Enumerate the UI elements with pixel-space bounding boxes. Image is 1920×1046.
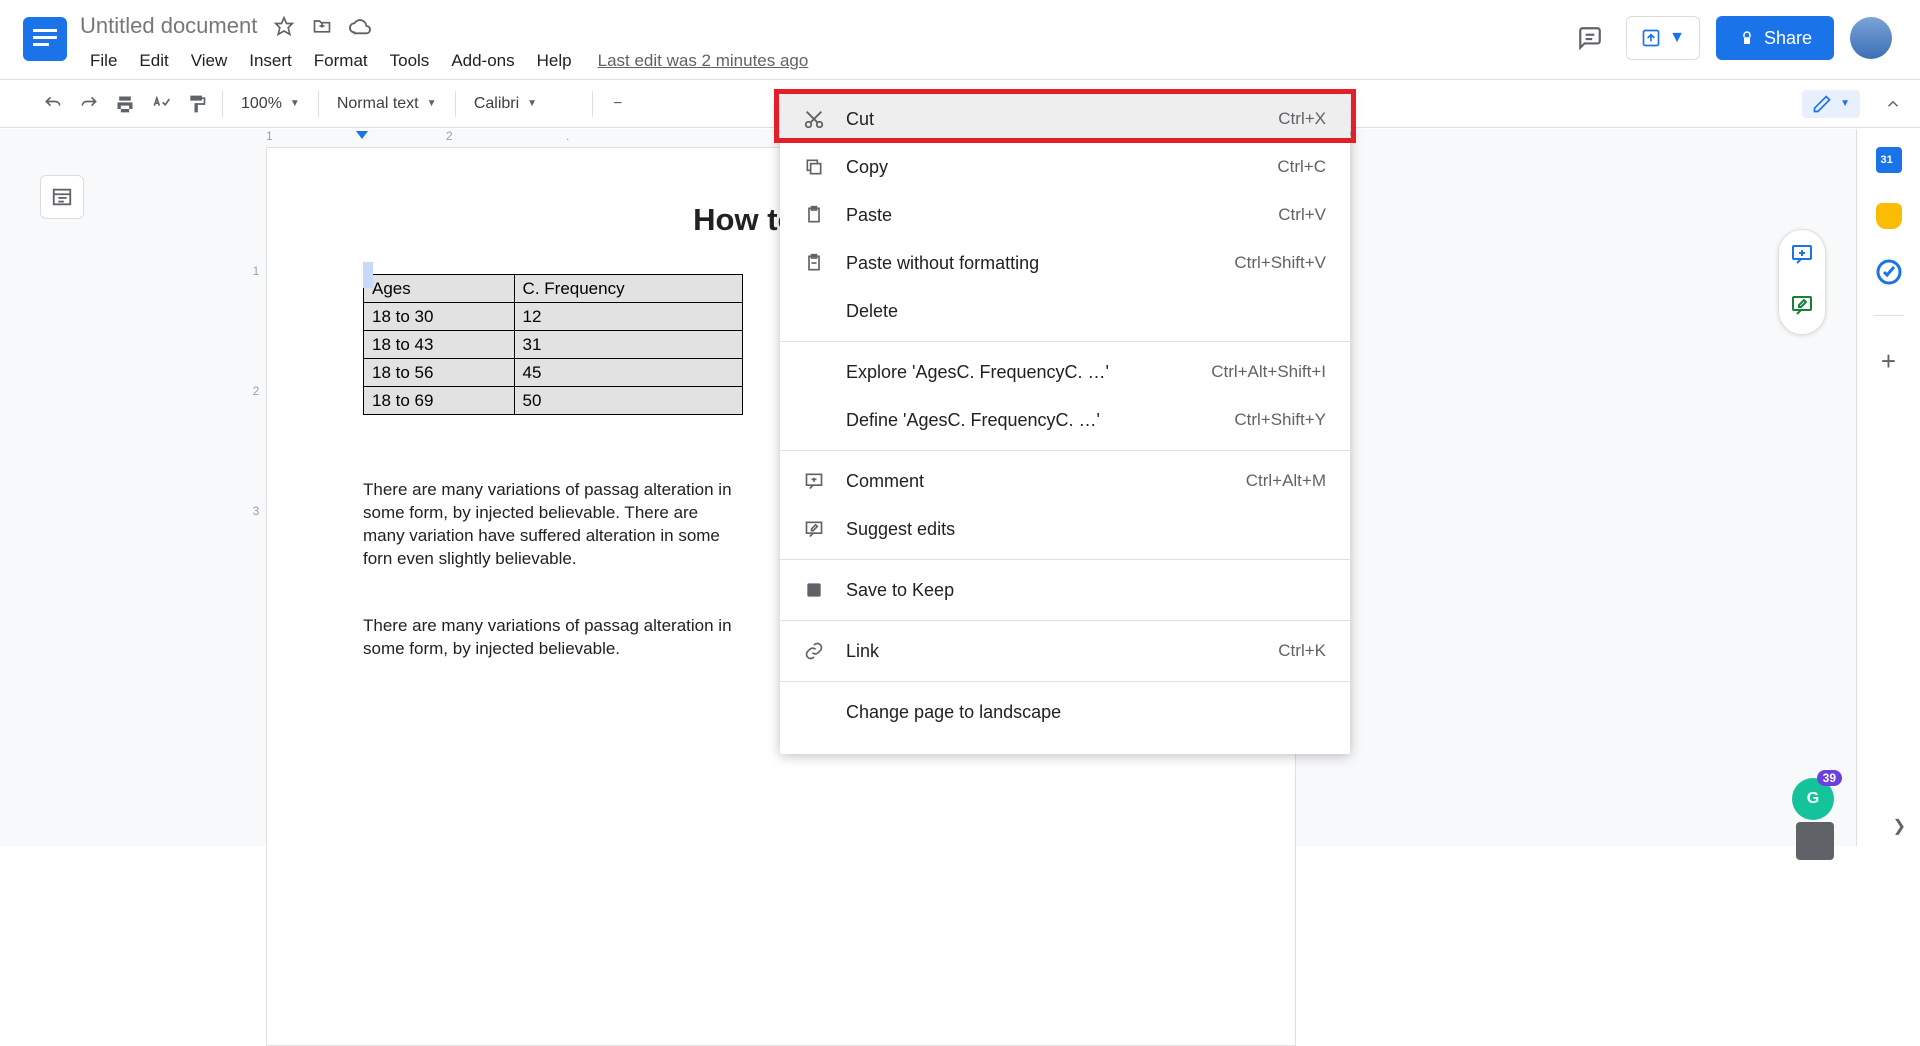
ctx-landscape[interactable]: Change page to landscape	[780, 688, 1350, 736]
ctx-delete[interactable]: Delete	[780, 287, 1350, 335]
menu-tools[interactable]: Tools	[380, 47, 440, 75]
ctx-suggest[interactable]: Suggest edits	[780, 505, 1350, 553]
link-icon	[802, 639, 826, 663]
menu-insert[interactable]: Insert	[239, 47, 302, 75]
editing-mode-button[interactable]: ▼	[1802, 90, 1860, 118]
tasks-icon[interactable]	[1876, 259, 1902, 285]
docs-logo[interactable]	[18, 12, 72, 66]
comment-icon	[802, 469, 826, 493]
redo-button[interactable]	[72, 87, 106, 121]
ctx-cut[interactable]: Cut Ctrl+X	[780, 95, 1350, 143]
suggest-edits-button[interactable]	[1790, 293, 1814, 322]
table-row: 18 to 6950	[364, 387, 743, 415]
cloud-status-icon[interactable]	[349, 15, 371, 37]
menu-file[interactable]: File	[80, 47, 127, 75]
ctx-comment[interactable]: Comment Ctrl+Alt+M	[780, 457, 1350, 505]
menubar: File Edit View Insert Format Tools Add-o…	[80, 44, 1570, 78]
table-row: 18 to 5645	[364, 359, 743, 387]
table-row: 18 to 3012	[364, 303, 743, 331]
paragraph-style-select[interactable]: Normal text▼	[327, 87, 447, 121]
ctx-paste-plain[interactable]: Paste without formatting Ctrl+Shift+V	[780, 239, 1350, 287]
comment-history-icon[interactable]	[1570, 18, 1610, 58]
paste-icon	[802, 203, 826, 227]
vertical-ruler: 1 2 3	[246, 144, 266, 846]
ctx-link[interactable]: Link Ctrl+K	[780, 627, 1350, 675]
title-bar: Untitled document File Edit View Insert …	[0, 0, 1920, 80]
undo-button[interactable]	[36, 87, 70, 121]
add-comment-button[interactable]	[1790, 242, 1814, 271]
data-table[interactable]: AgesC. Frequency 18 to 3012 18 to 4331 1…	[363, 274, 743, 415]
print-button[interactable]	[108, 87, 142, 121]
last-edit-link[interactable]: Last edit was 2 minutes ago	[598, 51, 809, 71]
menu-view[interactable]: View	[181, 47, 238, 75]
keep-icon	[802, 578, 826, 602]
left-indent-marker[interactable]	[356, 131, 368, 139]
star-icon[interactable]	[273, 15, 295, 37]
shield-button[interactable]	[1796, 822, 1834, 860]
ctx-paste[interactable]: Paste Ctrl+V	[780, 191, 1350, 239]
move-icon[interactable]	[311, 15, 333, 37]
menu-addons[interactable]: Add-ons	[441, 47, 524, 75]
calendar-icon[interactable]: 31	[1876, 147, 1902, 173]
side-panel: 31 +	[1856, 129, 1920, 846]
floating-action-column	[1778, 229, 1826, 335]
share-button[interactable]: Share	[1716, 16, 1834, 60]
paragraph[interactable]: There are many variations of passag alte…	[363, 615, 743, 661]
font-select[interactable]: Calibri▼	[464, 87, 584, 121]
chevron-down-icon: ▼	[1669, 29, 1685, 47]
hide-menus-button[interactable]	[1876, 87, 1910, 121]
share-label: Share	[1764, 28, 1812, 49]
copy-icon	[802, 155, 826, 179]
ctx-explore[interactable]: Explore 'AgesC. FrequencyC. …' Ctrl+Alt+…	[780, 348, 1350, 396]
present-button[interactable]: ▼	[1626, 16, 1700, 60]
document-title[interactable]: Untitled document	[80, 13, 257, 39]
zoom-select[interactable]: 100%▼	[231, 87, 310, 121]
menu-edit[interactable]: Edit	[129, 47, 178, 75]
menu-help[interactable]: Help	[527, 47, 582, 75]
table-row: 18 to 4331	[364, 331, 743, 359]
grammarly-count: 39	[1817, 770, 1842, 786]
ctx-save-keep[interactable]: Save to Keep	[780, 566, 1350, 614]
selection-highlight	[363, 262, 373, 288]
suggest-icon	[802, 517, 826, 541]
paste-plain-icon	[802, 251, 826, 275]
grammarly-button[interactable]: G39	[1792, 778, 1834, 820]
show-outline-button[interactable]	[40, 175, 84, 219]
menu-format[interactable]: Format	[304, 47, 378, 75]
spellcheck-button[interactable]	[144, 87, 178, 121]
ctx-define[interactable]: Define 'AgesC. FrequencyC. …' Ctrl+Shift…	[780, 396, 1350, 444]
account-avatar[interactable]	[1850, 17, 1892, 59]
decrease-font-button[interactable]: −	[601, 87, 635, 121]
paint-format-button[interactable]	[180, 87, 214, 121]
keep-icon[interactable]	[1876, 203, 1902, 229]
cut-icon	[802, 107, 826, 131]
table-row: AgesC. Frequency	[364, 275, 743, 303]
ctx-copy[interactable]: Copy Ctrl+C	[780, 143, 1350, 191]
context-menu: Cut Ctrl+X Copy Ctrl+C Paste Ctrl+V Past…	[780, 95, 1350, 754]
show-side-panel-button[interactable]: ❯	[1893, 816, 1906, 836]
add-addon-button[interactable]: +	[1881, 346, 1896, 377]
paragraph[interactable]: There are many variations of passag alte…	[363, 479, 743, 571]
